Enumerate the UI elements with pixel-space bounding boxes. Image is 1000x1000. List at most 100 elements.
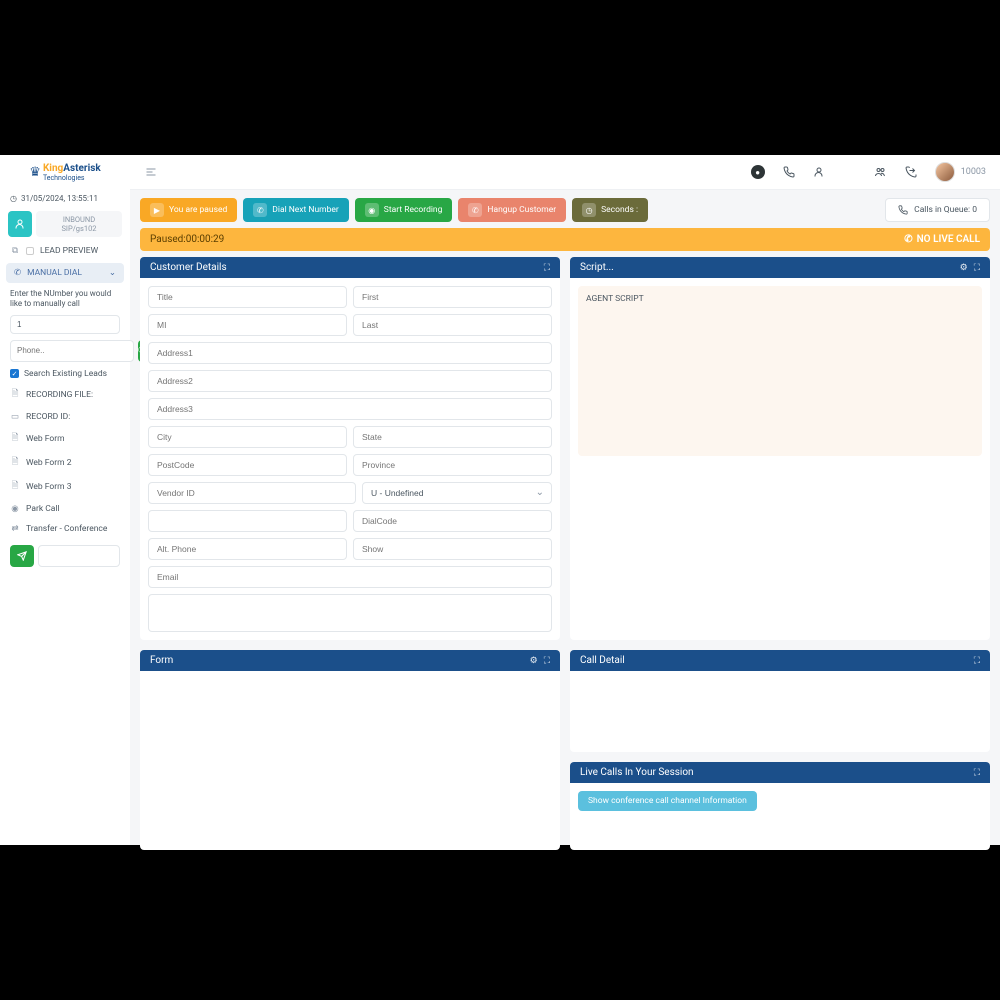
expand-icon[interactable]: ⛶ [974,656,980,666]
lead-preview-row[interactable]: ⧉ LEAD PREVIEW [0,241,130,261]
gender-select[interactable] [362,482,552,504]
comments-field[interactable] [148,594,552,632]
hangup-button[interactable]: ✆ Hangup Customer [458,198,566,222]
gear-icon[interactable]: ⚙ [960,263,968,273]
start-recording-label: Start Recording [384,205,443,215]
show-conference-button[interactable]: Show conference call channel Information [578,791,757,811]
altphone-field[interactable] [148,538,347,560]
user-icon[interactable] [813,166,825,178]
script-panel: Script... ⚙ ⛶ AGENT SCRIPT [570,257,990,640]
manual-dial-row[interactable]: ✆ MANUAL DIAL ⌄ [6,263,124,283]
mi-field[interactable] [148,314,347,336]
customer-form [140,278,560,640]
lead-preview-label: LEAD PREVIEW [40,246,98,256]
sidebar-item-label: Park Call [26,504,60,514]
first-name-field[interactable] [353,286,552,308]
title-field[interactable] [148,286,347,308]
crown-icon: ♛ [29,165,41,180]
submit-button[interactable] [10,545,34,567]
phone-input[interactable] [10,340,134,362]
city-field[interactable] [148,426,347,448]
expand-icon[interactable]: ⛶ [974,768,980,778]
gear-icon[interactable]: ⚙ [530,656,538,666]
live-calls-panel: Live Calls In Your Session ⛶ Show confer… [570,762,990,850]
postcode-field[interactable] [148,454,347,476]
sidebar-item-record-id[interactable]: ▭ RECORD ID: [0,407,130,427]
record-icon: ◉ [365,203,379,217]
vendor-id-field[interactable] [148,482,356,504]
file-icon: 🗎 [10,388,20,402]
form-icon: 🗎 [10,456,20,470]
dial-next-label: Dial Next Number [272,205,339,215]
agent-icon-button[interactable] [8,211,32,237]
address2-field[interactable] [148,370,552,392]
search-existing-checkbox[interactable]: ✓ [10,369,19,378]
expand-icon[interactable]: ⛶ [544,263,550,273]
transfer-icon: ⇄ [10,524,20,534]
user-id: 10003 [961,167,986,177]
sidebar-item-label: Web Form 3 [26,482,71,492]
sidebar-item-webform[interactable]: 🗎 Web Form [0,427,130,451]
dial-next-button[interactable]: ✆ Dial Next Number [243,198,349,222]
form-panel: Form ⚙ ⛶ [140,650,560,850]
logo: ♛ KingAsterisk Technologies [0,155,130,190]
sidebar-item-recording-file[interactable]: 🗎 RECORDING FILE: [0,383,130,407]
pause-button[interactable]: ▶ You are paused [140,198,237,222]
panel-title: Script... [580,262,614,273]
inbound-status: INBOUND SIP/gs102 [8,211,122,237]
address3-field[interactable] [148,398,552,420]
phone-icon: ✆ [14,268,21,278]
clock-icon: ◷ [10,194,17,203]
sidebar-item-label: Transfer - Conference [26,524,107,534]
datetime: ◷ 31/05/2024, 13:55:11 [0,190,130,207]
panel-title: Customer Details [150,262,227,273]
group-icon[interactable] [873,166,887,178]
panel-header: Live Calls In Your Session ⛶ [570,762,990,783]
menu-toggle-button[interactable] [144,166,158,178]
dialcode-field[interactable] [353,510,552,532]
sidebar-item-webform3[interactable]: 🗎 Web Form 3 [0,475,130,499]
call-detail-panel: Call Detail ⛶ [570,650,990,752]
pause-icon: ▶ [150,203,164,217]
panel-title: Form [150,655,173,666]
seconds-button[interactable]: ◷ Seconds : [572,198,648,222]
address1-field[interactable] [148,342,552,364]
lead-preview-checkbox[interactable] [26,247,34,255]
sidebar-item-label: RECORD ID: [26,412,70,422]
paused-timer: 00:00:29 [186,234,225,245]
user-chip[interactable]: 10003 [935,162,986,182]
expand-icon[interactable]: ⛶ [974,263,980,273]
inbound-ext: SIP/gs102 [61,224,96,233]
notification-badge[interactable]: ● [751,165,765,179]
show-field[interactable] [353,538,552,560]
copy-icon: ⧉ [10,246,20,256]
expand-icon[interactable]: ⛶ [544,656,550,666]
search-existing-label: Search Existing Leads [24,369,107,379]
phone-icon[interactable] [783,166,795,178]
province-field[interactable] [353,454,552,476]
manual-dial-label: MANUAL DIAL [27,268,82,278]
sidebar-item-parkcall[interactable]: ◉ Park Call [0,499,130,519]
phone-search-row: ✆ ↪ [10,340,120,362]
sidebar-item-webform2[interactable]: 🗎 Web Form 2 [0,451,130,475]
email-field[interactable] [148,566,552,588]
main-area: ● 10003 [130,155,1000,845]
blank-field[interactable] [148,510,347,532]
search-existing-row[interactable]: ✓ Search Existing Leads [0,365,130,383]
disposition-select[interactable] [38,545,120,567]
last-name-field[interactable] [353,314,552,336]
dial-icon: ✆ [253,203,267,217]
state-field[interactable] [353,426,552,448]
inbound-label: INBOUND [63,215,95,224]
logo-text-asterisk: Asterisk [63,163,100,174]
start-recording-button[interactable]: ◉ Start Recording [355,198,453,222]
manual-dial-input[interactable] [10,315,120,334]
call-forward-icon[interactable] [905,166,917,178]
app-window: ♛ KingAsterisk Technologies ◷ 31/05/2024… [0,155,1000,845]
sidebar-item-label: Web Form 2 [26,458,71,468]
customer-details-panel: Customer Details ⛶ [140,257,560,640]
seconds-label: Seconds : [601,205,638,215]
sidebar-item-transfer[interactable]: ⇄ Transfer - Conference [0,519,130,539]
panel-header: Customer Details ⛶ [140,257,560,278]
hangup-icon: ✆ [468,203,482,217]
